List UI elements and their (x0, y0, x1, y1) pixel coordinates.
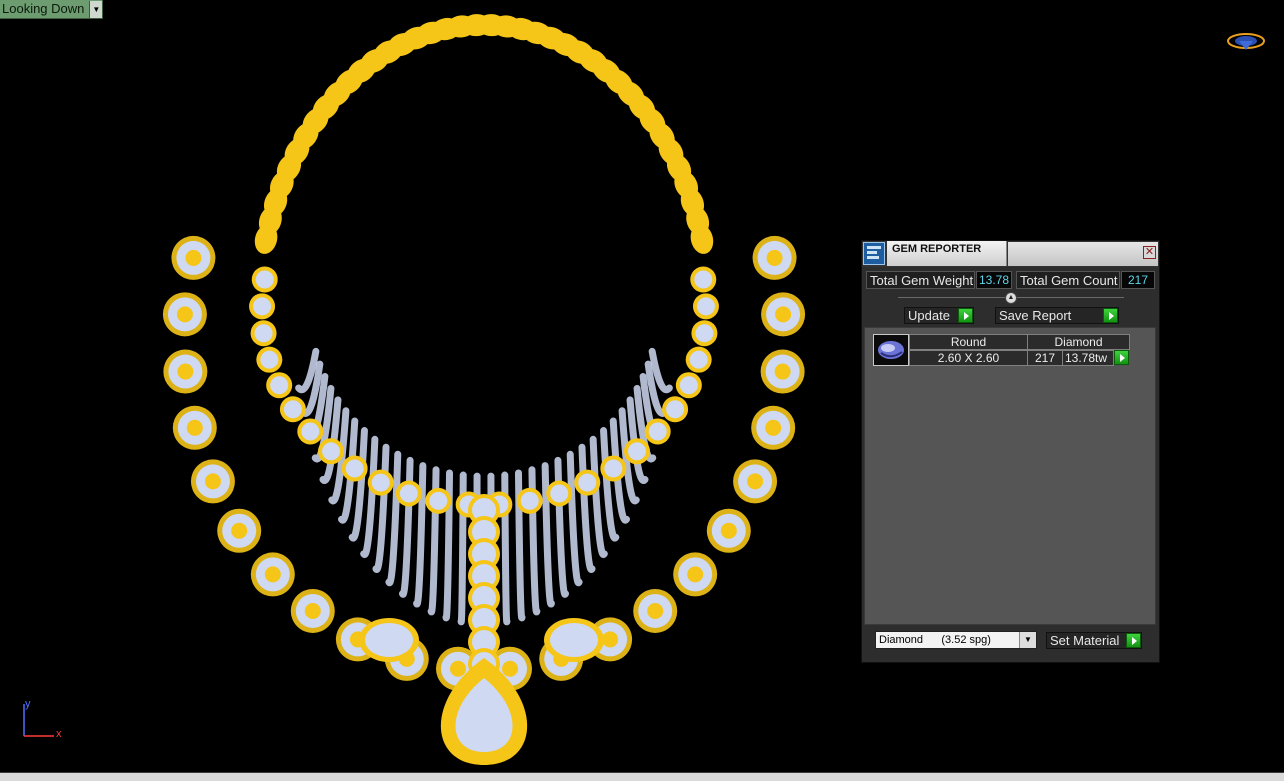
gem-list[interactable]: Round Diamond 2.60 X 2.60 217 13.78tw (864, 327, 1156, 625)
column-header-cut: Round (909, 334, 1028, 350)
play-icon[interactable] (1114, 350, 1129, 365)
column-header-material: Diamond (1027, 334, 1130, 350)
total-gem-count-label: Total Gem Count (1016, 271, 1120, 289)
round-gem-thumbnail[interactable] (873, 334, 909, 366)
axis-gizmo: y x (20, 698, 70, 742)
update-button-label: Update (908, 307, 950, 323)
panel-titlebar[interactable]: GEM REPORTER ✕ (862, 241, 1159, 267)
set-material-button-label: Set Material (1050, 632, 1120, 648)
set-material-button[interactable]: Set Material (1046, 632, 1142, 649)
gem-reporter-icon (863, 242, 885, 265)
gem-size-cell: 2.60 X 2.60 (909, 350, 1028, 366)
titlebar-fill (1008, 242, 1158, 266)
close-icon[interactable]: ✕ (1143, 246, 1156, 259)
material-select-value: Diamond (3.52 spg) (879, 634, 991, 646)
status-strip (0, 773, 1284, 781)
gem-count-cell: 217 (1027, 350, 1063, 366)
update-button[interactable]: Update (904, 307, 974, 324)
chevron-down-icon[interactable]: ▼ (1019, 632, 1036, 648)
logo-icon (1227, 33, 1265, 50)
material-select[interactable]: Diamond (3.52 spg) ▼ (875, 631, 1037, 649)
save-report-button-label: Save Report (999, 307, 1072, 323)
play-icon[interactable] (958, 308, 973, 323)
axis-x-label: x (56, 728, 62, 740)
panel-title: GEM REPORTER (887, 241, 1007, 266)
play-icon[interactable] (1126, 633, 1141, 648)
gem-weight-cell: 13.78tw (1062, 350, 1114, 366)
save-report-button[interactable]: Save Report (995, 307, 1119, 324)
gem-reporter-panel: GEM REPORTER ✕ Total Gem Weight 13.78 To… (861, 240, 1160, 663)
total-gem-count-value: 217 (1121, 271, 1155, 289)
play-icon[interactable] (1103, 308, 1118, 323)
view-name: Looking Down (2, 1, 85, 16)
axis-y-label: y (25, 698, 31, 710)
chevron-down-icon[interactable]: ▼ (89, 0, 103, 18)
slider-handle[interactable]: ▲ (1005, 292, 1017, 304)
total-gem-weight-value: 13.78 (976, 271, 1012, 289)
necklace-model (162, 14, 806, 765)
view-name-dropdown[interactable]: Looking Down ▼ (0, 0, 104, 19)
total-gem-weight-label: Total Gem Weight (866, 271, 975, 289)
